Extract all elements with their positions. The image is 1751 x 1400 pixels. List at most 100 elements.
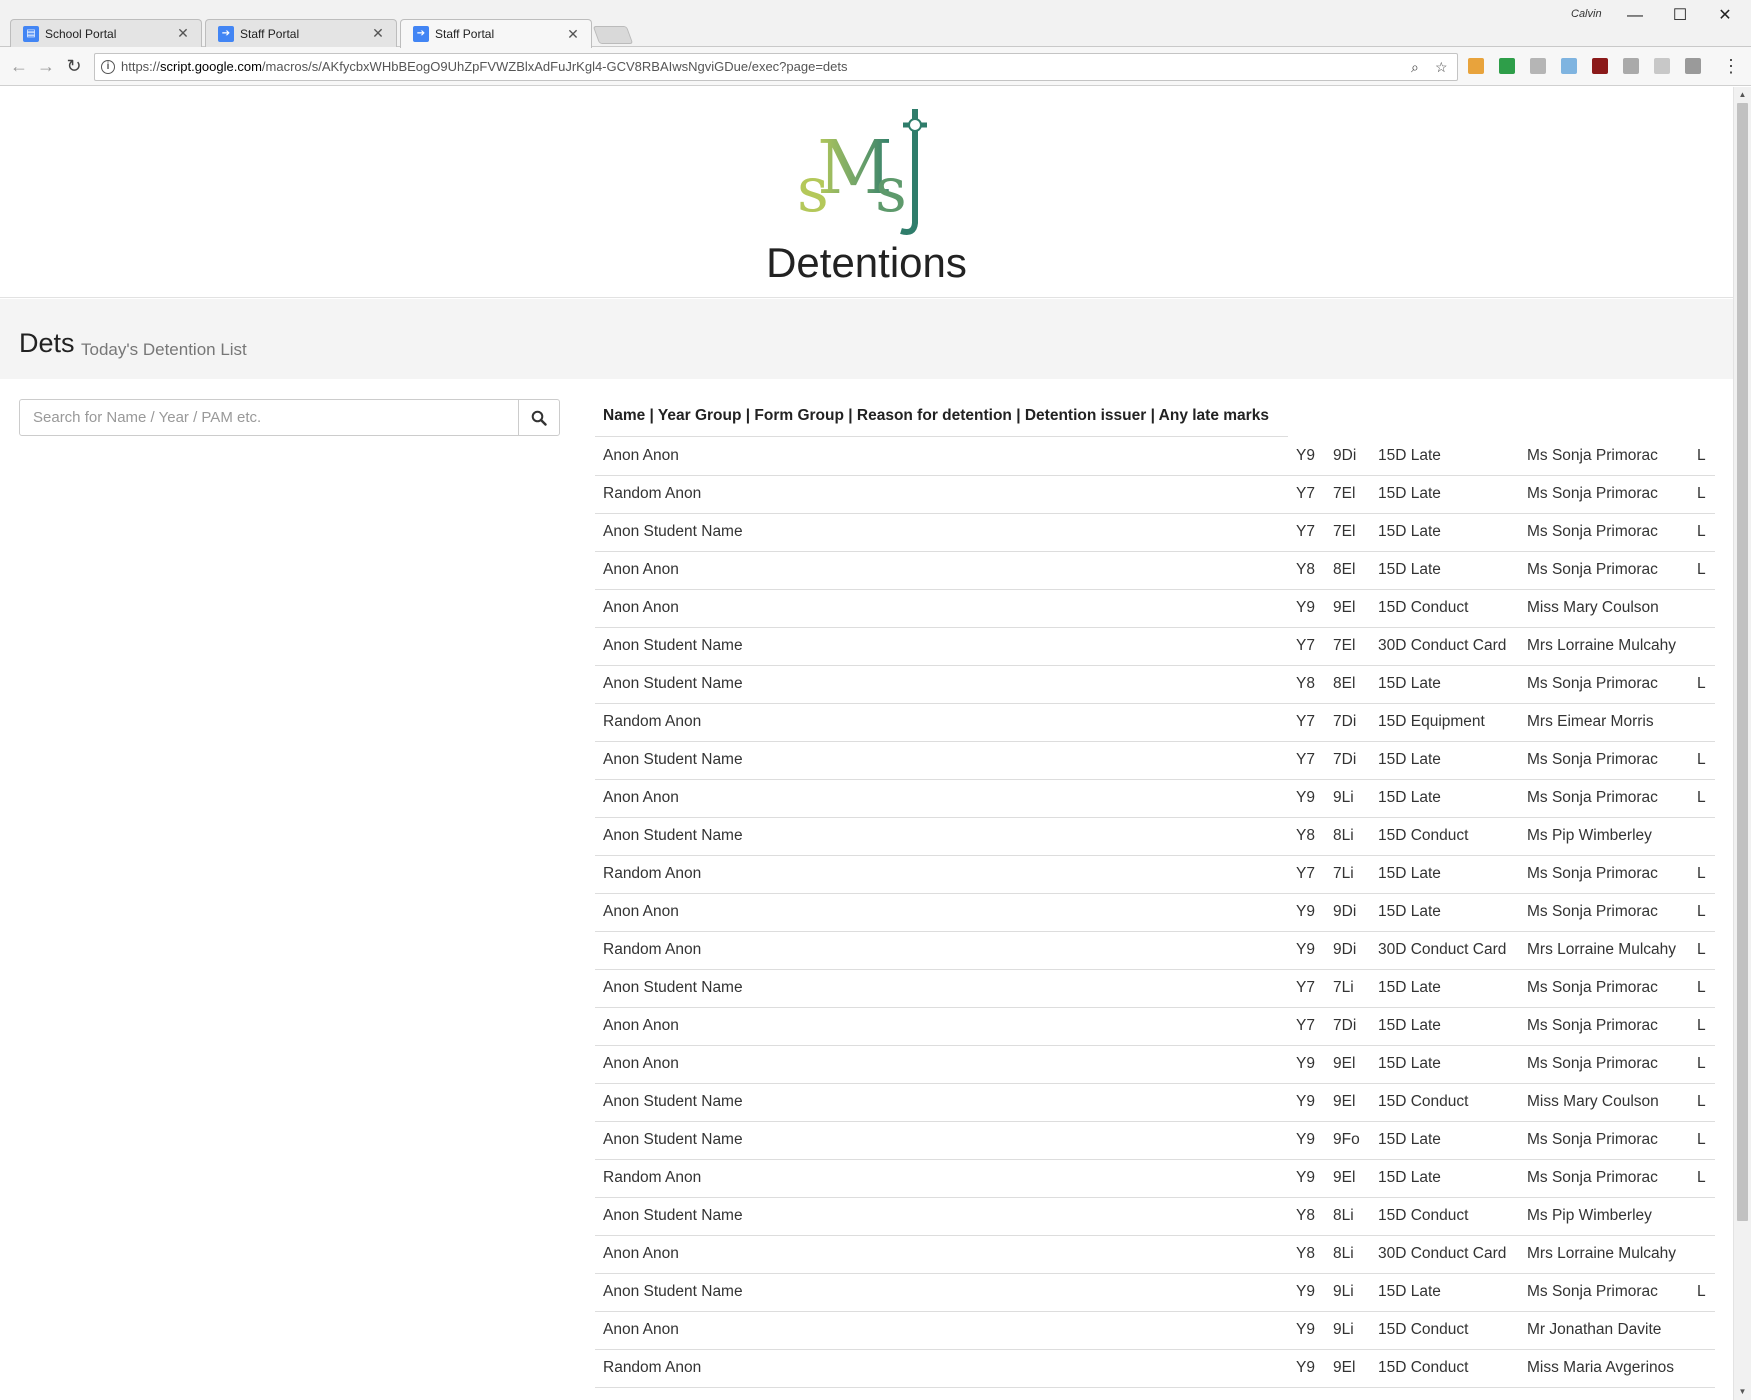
form-group: 7El [1333,485,1356,502]
search-group [19,399,560,436]
late-mark: L [1697,789,1706,806]
back-icon[interactable]: ← [8,55,30,77]
form-group: 9El [1333,1093,1356,1110]
jumbotron: Dets Today's Detention List [0,299,1733,379]
form-group: 7Li [1333,979,1354,996]
student-name: Anon Anon [603,561,679,578]
extension-icon[interactable] [1561,58,1577,74]
form-group: 9El [1333,1169,1356,1186]
detention-reason: 15D Conduct [1378,599,1469,616]
camera-icon[interactable] [1685,58,1701,74]
svg-text:s: s [875,153,907,226]
list-item: Random Anon Y7 7Li 15D Late Ms Sonja Primora… [595,856,1715,894]
student-name: Anon Anon [603,1055,679,1072]
detention-issuer: Miss Mary Coulson [1527,1093,1659,1110]
search-input[interactable] [19,399,519,436]
maximize-icon[interactable]: ☐ [1658,4,1702,28]
detention-reason: 15D Conduct [1378,1207,1469,1224]
detention-issuer: Ms Sonja Primorac [1527,1169,1658,1186]
detention-issuer: Ms Sonja Primorac [1527,751,1658,768]
classroom-extension-icon[interactable] [1499,58,1515,74]
zoom-icon[interactable]: ⌕ [1411,54,1419,80]
scroll-down-icon[interactable]: ▼ [1734,1384,1751,1400]
year-group: Y7 [1296,485,1315,502]
form-group: 9Li [1333,789,1354,806]
year-group: Y9 [1296,1283,1315,1300]
extension-icon[interactable] [1623,58,1639,74]
form-group: 9Di [1333,903,1357,920]
detention-issuer: Ms Sonja Primorac [1527,1055,1658,1072]
bookmark-star-icon[interactable]: ☆ [1435,54,1448,80]
new-tab-button[interactable] [592,26,634,44]
detention-issuer: Mrs Eimear Morris [1527,713,1654,730]
tab-school-portal[interactable]: ▤ School Portal ✕ [10,19,202,47]
late-mark: L [1697,523,1706,540]
list-item: Anon Student Name Y8 8El 15D Late Ms Sonja P… [595,666,1715,704]
url-prefix: https:// [121,59,161,74]
late-mark: L [1697,1169,1706,1186]
sites-icon: ▤ [23,25,39,42]
tab-title: School Portal [45,26,117,41]
scroll-up-icon[interactable]: ▲ [1734,87,1751,103]
year-group: Y8 [1296,675,1315,692]
year-group: Y9 [1296,1321,1315,1338]
list-item: Anon Student Name Y7 7El 15D Late Ms Sonja P… [595,514,1715,552]
list-item: Random Anon Y9 9El 15D Late Ms Sonja Primora… [595,1160,1715,1198]
student-name: Anon Student Name [603,637,743,654]
form-group: 9Di [1333,941,1357,958]
search-button[interactable] [518,399,560,436]
close-icon[interactable]: ✕ [565,26,581,43]
detention-issuer: Ms Sonja Primorac [1527,447,1658,464]
close-icon[interactable]: ✕ [370,25,386,42]
form-group: 8El [1333,561,1356,578]
detention-issuer: Ms Sonja Primorac [1527,675,1658,692]
student-name: Random Anon [603,485,702,502]
year-group: Y9 [1296,1359,1315,1376]
window-close-icon[interactable]: ✕ [1703,4,1747,28]
detention-issuer: Miss Maria Avgerinos [1527,1359,1675,1376]
year-group: Y9 [1296,447,1315,464]
extension-icon[interactable] [1468,58,1484,74]
detention-issuer: Ms Pip Wimberley [1527,827,1652,844]
late-mark: L [1697,447,1706,464]
detention-reason: 15D Conduct [1378,1093,1469,1110]
info-icon[interactable]: i [101,60,115,74]
student-name: Anon Anon [603,789,679,806]
minimize-icon[interactable]: — [1613,4,1657,28]
detention-issuer: Ms Sonja Primorac [1527,903,1658,920]
extension-icon[interactable] [1654,58,1670,74]
year-group: Y9 [1296,903,1315,920]
form-group: 7El [1333,523,1356,540]
year-group: Y7 [1296,979,1315,996]
tab-staff-portal[interactable]: ➔ Staff Portal ✕ [205,19,397,47]
year-group: Y8 [1296,561,1315,578]
detention-issuer: Mrs Lorraine Mulcahy [1527,1245,1677,1262]
close-icon[interactable]: ✕ [175,25,191,42]
drive-extension-icon[interactable] [1530,58,1546,74]
form-group: 9El [1333,1055,1356,1072]
scrollbar-thumb[interactable] [1737,103,1748,1221]
scrollbar[interactable]: ▲ ▼ [1733,87,1751,1400]
tab-staff-portal-active[interactable]: ➔ Staff Portal ✕ [400,19,592,48]
school-logo: s M s [797,109,927,235]
pdf-extension-icon[interactable] [1592,58,1608,74]
student-name: Anon Student Name [603,675,743,692]
address-bar[interactable]: i https://script.google.com/macros/s/AKf… [94,53,1458,81]
detention-reason: 15D Late [1378,1169,1441,1186]
search-icon [531,410,547,426]
detention-issuer: Miss Mary Coulson [1527,599,1659,616]
student-name: Anon Student Name [603,523,743,540]
form-group: 7El [1333,637,1356,654]
menu-icon[interactable]: ⋮ [1722,55,1740,77]
forward-icon[interactable]: → [35,55,57,77]
list-item: Anon Student Name Y8 8Li 15D Conduct Ms Pip … [595,818,1715,856]
year-group: Y7 [1296,751,1315,768]
late-mark: L [1697,941,1706,958]
list-item: Anon Student Name Y8 8Li 15D Conduct Ms Pip … [595,1198,1715,1236]
detention-reason: 15D Late [1378,675,1441,692]
profile-name[interactable]: Calvin [1571,8,1602,20]
tab-title: Staff Portal [240,26,300,41]
divider [595,436,1288,437]
detention-reason: 15D Late [1378,447,1441,464]
reload-icon[interactable]: ↻ [63,55,85,77]
